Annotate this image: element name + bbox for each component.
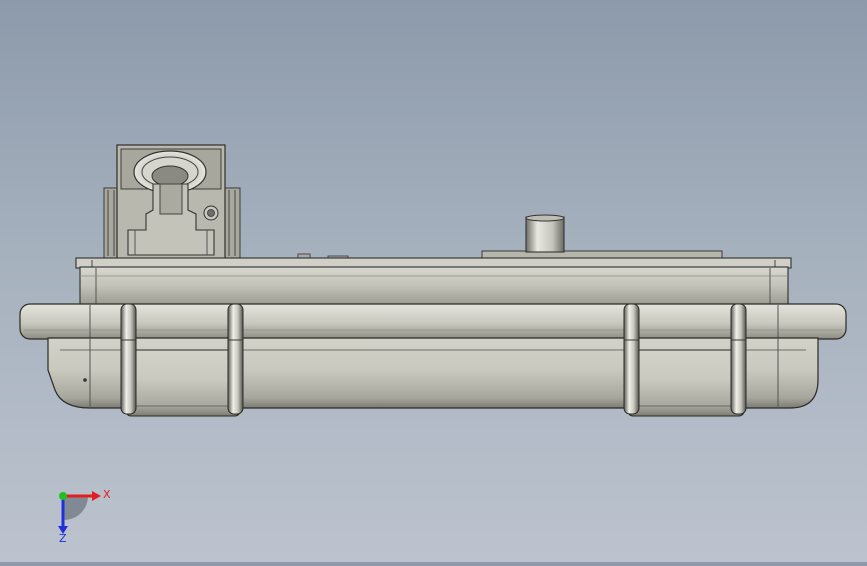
triad-shadow-quadrant: [64, 496, 88, 520]
x-axis-arrowhead: [92, 491, 101, 501]
lid-plate: [75, 257, 792, 306]
graphics-viewport[interactable]: [0, 0, 867, 562]
z-axis-label: Z: [59, 532, 67, 544]
y-axis-point-icon: [59, 492, 67, 500]
lower-tub: [47, 337, 819, 417]
top-block: [103, 144, 241, 260]
model-view[interactable]: [0, 0, 867, 562]
x-axis-label: X: [103, 488, 111, 501]
cylindrical-boss: [297, 214, 723, 260]
axis-triad: X Z: [48, 484, 118, 545]
flange: [19, 303, 847, 340]
